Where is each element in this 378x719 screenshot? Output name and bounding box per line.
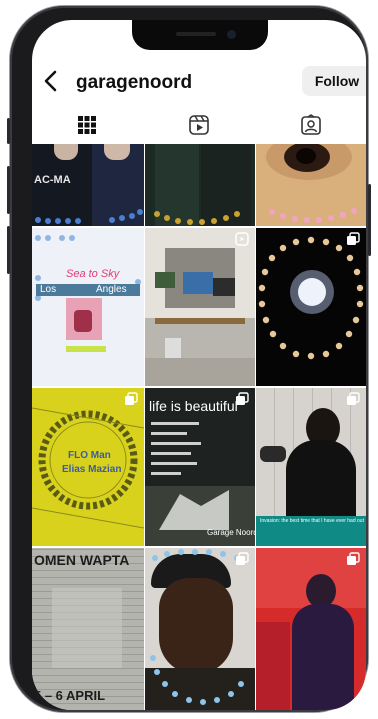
tagged-person-icon (301, 114, 321, 135)
post-4-word-2: Angles (96, 284, 127, 295)
multi-post-icon (347, 392, 360, 405)
post-12[interactable] (256, 548, 366, 710)
post-3[interactable] (256, 144, 366, 226)
post-8-title: life is beautiful (149, 398, 238, 414)
post-6[interactable] (256, 228, 366, 386)
tab-tagged[interactable] (256, 108, 366, 142)
multi-post-icon (236, 552, 249, 565)
post-11[interactable] (145, 548, 255, 710)
profile-header: garagenoord Follow (32, 66, 366, 102)
post-9-caption: Invasion: the best time that I have ever… (260, 518, 364, 524)
post-8-caption: Garage Noord (207, 528, 255, 537)
post-2[interactable] (145, 144, 255, 226)
phone-screen: garagenoord Follow AC-MA Sea to Sky Los … (32, 20, 366, 710)
post-7[interactable]: FLO Man Elias Mazian (32, 388, 144, 546)
tab-grid[interactable] (32, 108, 142, 142)
multi-post-icon (347, 552, 360, 565)
dot-ring (150, 549, 244, 705)
post-1[interactable]: AC-MA (32, 144, 144, 226)
reels-badge-icon (235, 232, 249, 246)
volume-down-button (7, 226, 10, 274)
chevron-left-icon[interactable] (42, 70, 60, 97)
reels-icon (189, 115, 209, 135)
post-8[interactable]: life is beautiful Garage Noord (145, 388, 255, 546)
dot-border (269, 208, 357, 223)
post-10[interactable]: OMEN WAPTA 5 – 6 APRIL (32, 548, 144, 710)
posts-grid: AC-MA Sea to Sky Los Angles FLO Man Elia… (32, 144, 366, 710)
post-5[interactable] (145, 228, 255, 386)
power-button (368, 184, 371, 256)
follow-button[interactable]: Follow (302, 66, 366, 96)
shirt-print: AC-MA (34, 174, 71, 186)
dot-border (35, 209, 143, 224)
volume-up-button (7, 166, 10, 214)
post-7-line-1: FLO Man (68, 450, 111, 461)
post-4-word-1: Los (40, 284, 57, 295)
mute-switch (7, 118, 10, 144)
post-10-footer: 5 – 6 APRIL (34, 688, 106, 703)
post-9[interactable]: Invasion: the best time that I have ever… (256, 388, 366, 546)
front-camera (227, 30, 236, 39)
multi-post-icon (347, 232, 360, 245)
post-10-title: OMEN WAPTA (34, 552, 130, 568)
post-4-script: Sea to Sky (66, 268, 120, 280)
multi-post-icon (236, 392, 249, 405)
dot-border (154, 211, 240, 225)
profile-username: garagenoord (76, 72, 193, 93)
dot-ring (258, 236, 364, 360)
tab-reels[interactable] (144, 108, 254, 142)
multi-post-icon (125, 392, 138, 405)
speaker (176, 32, 216, 36)
post-4[interactable]: Sea to Sky Los Angles (32, 228, 144, 386)
grid-icon (78, 116, 96, 134)
profile-tabs (32, 108, 366, 142)
post-7-line-2: Elias Mazian (62, 464, 122, 475)
notch (132, 20, 268, 50)
